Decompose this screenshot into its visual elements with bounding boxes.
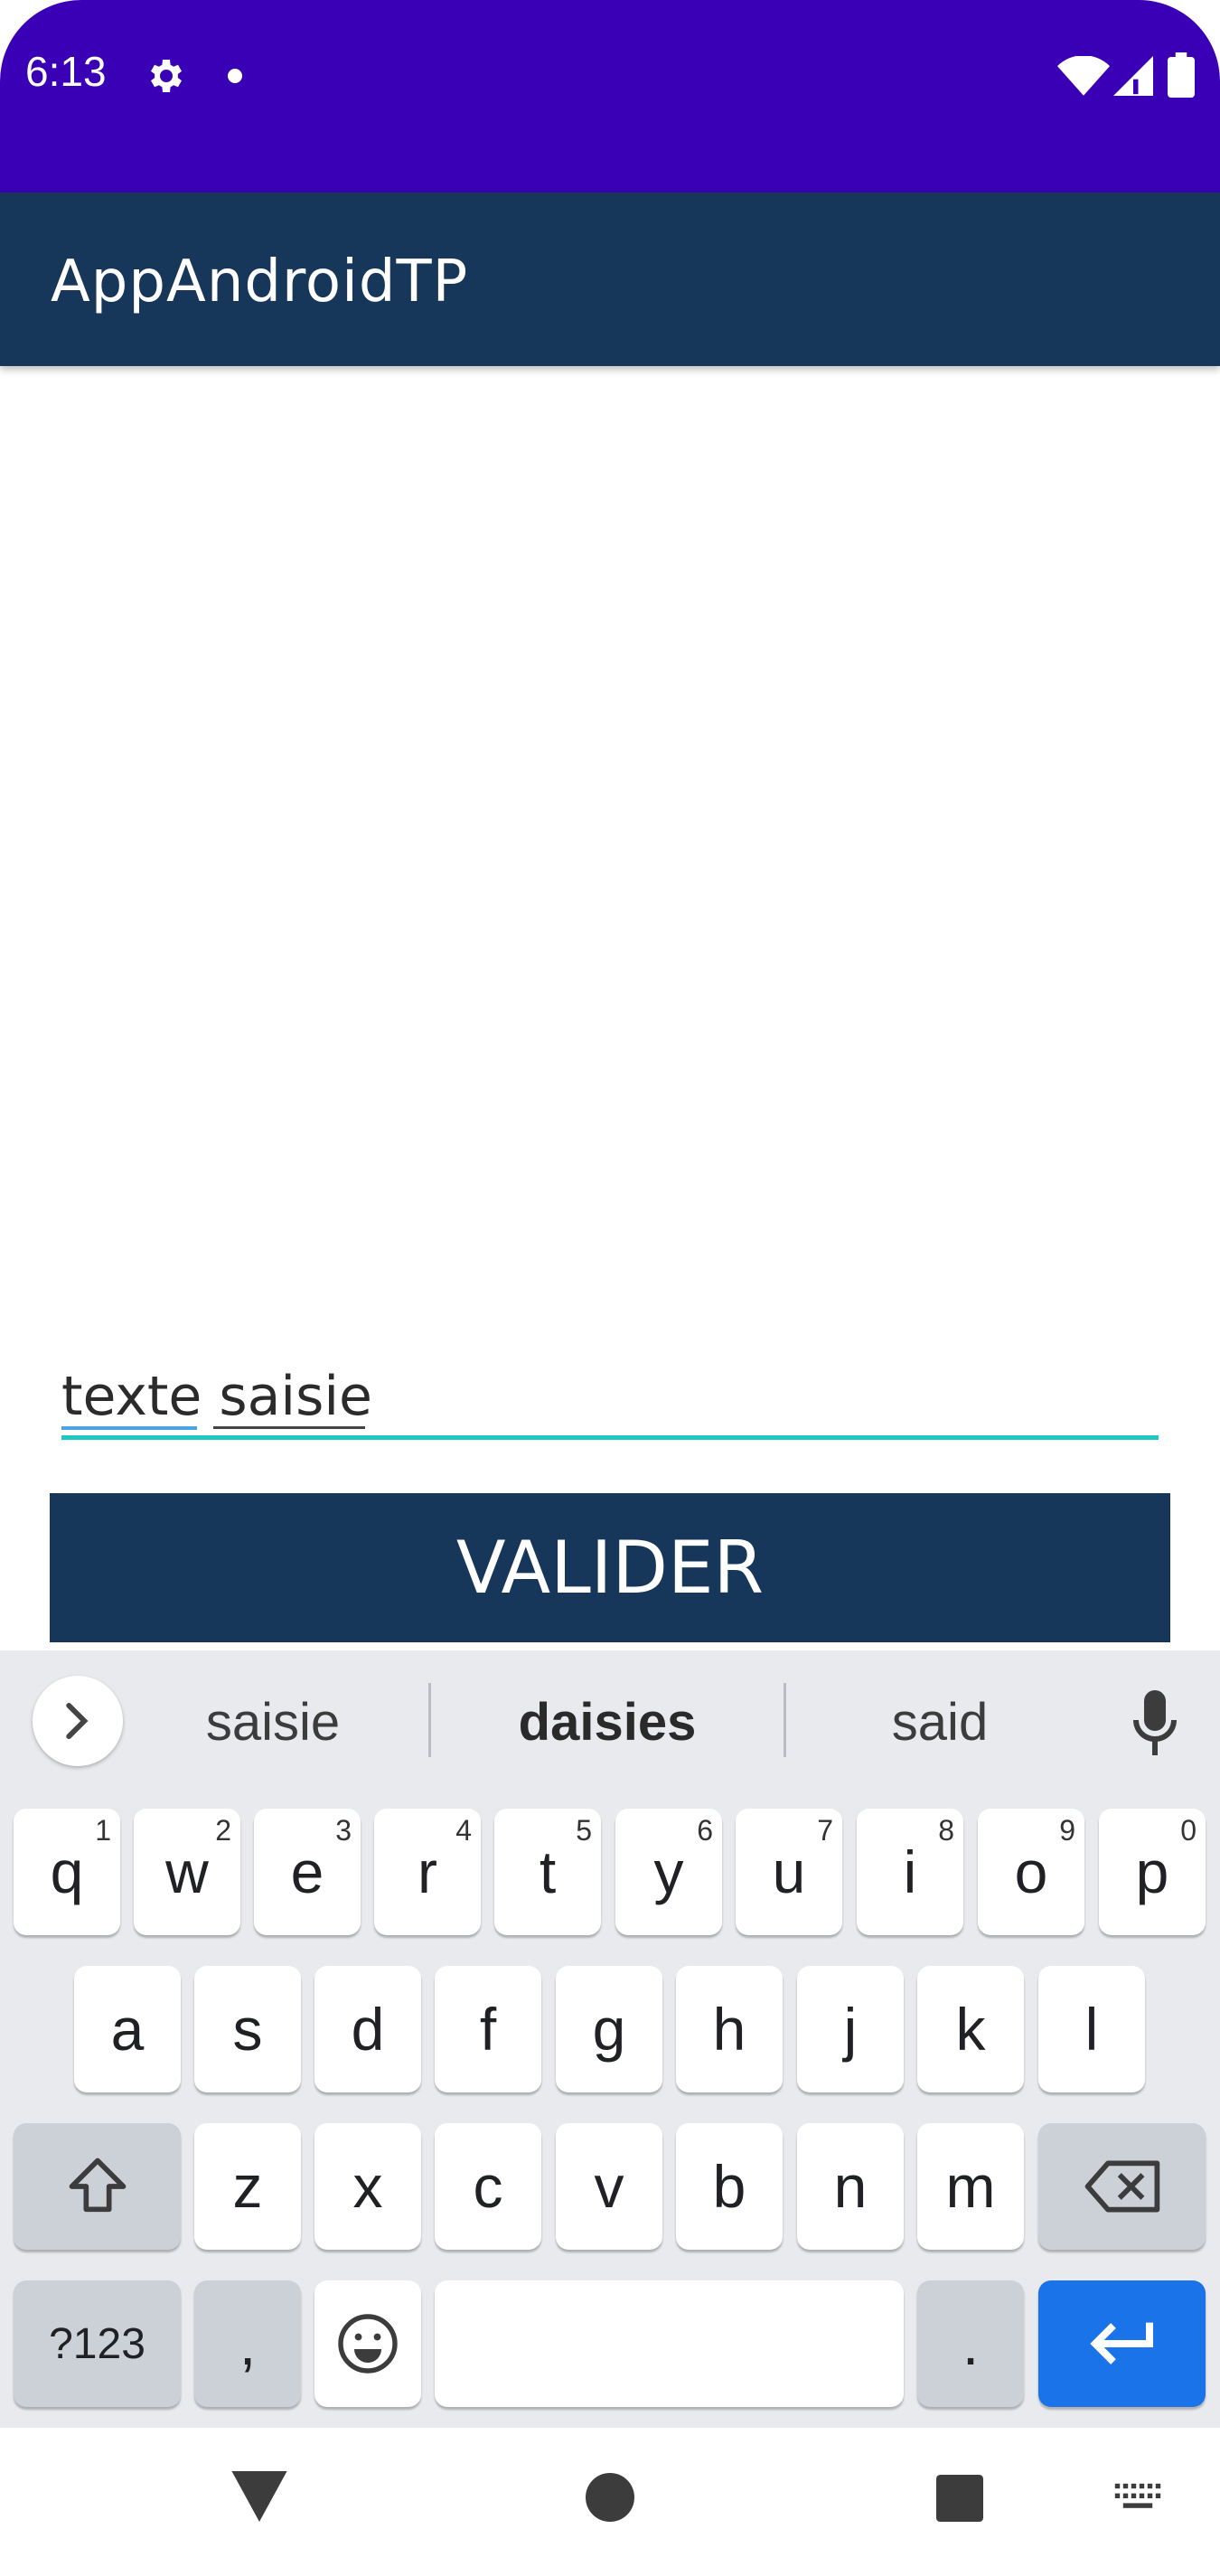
suggestion-1[interactable]: saisie: [137, 1692, 408, 1753]
wifi-icon: [1057, 56, 1110, 96]
key-b[interactable]: b: [676, 2123, 783, 2250]
key-n[interactable]: n: [797, 2123, 904, 2250]
chevron-right-icon: [66, 1702, 89, 1740]
key-c[interactable]: c: [435, 2123, 541, 2250]
key-r[interactable]: r4: [374, 1809, 481, 1935]
back-icon[interactable]: [231, 2471, 287, 2522]
backspace-icon: [1084, 2160, 1159, 2213]
key-e[interactable]: e3: [254, 1809, 361, 1935]
key-g[interactable]: g: [556, 1966, 662, 2092]
comma-key[interactable]: ,: [194, 2280, 301, 2407]
composing-underline: [61, 1426, 197, 1430]
key-z[interactable]: z: [194, 2123, 301, 2250]
shift-key[interactable]: [14, 2123, 181, 2250]
composing-underline: [213, 1426, 365, 1429]
home-icon[interactable]: [586, 2473, 634, 2522]
key-f[interactable]: f: [435, 1966, 541, 2092]
emoji-key[interactable]: [314, 2280, 421, 2407]
recents-icon[interactable]: [936, 2475, 983, 2522]
suggestion-bar: saisie daisies said: [0, 1650, 1220, 1786]
app-title: AppAndroidTP: [51, 249, 469, 315]
suggestion-2[interactable]: daisies: [472, 1692, 743, 1753]
key-h[interactable]: h: [676, 1966, 783, 2092]
text-input-field[interactable]: texte saisie: [61, 1356, 1159, 1440]
key-v[interactable]: v: [556, 2123, 662, 2250]
enter-icon: [1089, 2322, 1153, 2364]
suggestion-divider: [784, 1683, 786, 1757]
symbols-key[interactable]: ?123: [14, 2280, 181, 2407]
shift-icon: [69, 2158, 126, 2213]
navigation-bar: [0, 2428, 1220, 2576]
key-q[interactable]: q1: [14, 1809, 120, 1935]
key-w[interactable]: w2: [134, 1809, 240, 1935]
notification-dot-icon: [228, 69, 242, 83]
key-j[interactable]: j: [797, 1966, 904, 2092]
input-underline: [61, 1435, 1159, 1440]
backspace-key[interactable]: [1038, 2123, 1206, 2250]
mic-icon[interactable]: [1131, 1690, 1178, 1755]
key-p[interactable]: p0: [1099, 1809, 1206, 1935]
enter-key[interactable]: [1038, 2280, 1206, 2407]
key-t[interactable]: t5: [494, 1809, 601, 1935]
status-time: 6:13: [25, 48, 107, 95]
suggestion-3[interactable]: said: [804, 1692, 1075, 1753]
key-s[interactable]: s: [194, 1966, 301, 2092]
key-a[interactable]: a: [74, 1966, 181, 2092]
emoji-icon: [338, 2314, 398, 2374]
key-m[interactable]: m: [917, 2123, 1024, 2250]
input-value[interactable]: texte saisie: [61, 1365, 372, 1428]
key-k[interactable]: k: [917, 1966, 1024, 2092]
key-d[interactable]: d: [314, 1966, 421, 2092]
battery-icon: [1168, 52, 1195, 98]
validate-button[interactable]: VALIDER: [50, 1493, 1170, 1642]
key-o[interactable]: o9: [978, 1809, 1084, 1935]
key-u[interactable]: u7: [736, 1809, 842, 1935]
period-key[interactable]: .: [917, 2280, 1024, 2407]
keyboard-icon[interactable]: [1113, 2482, 1162, 2515]
suggestion-divider: [428, 1683, 431, 1757]
soft-keyboard: saisie daisies said q1 w2 e3 r4 t5 y6 u7…: [0, 1650, 1220, 2428]
settings-icon: [151, 60, 182, 92]
space-key[interactable]: [435, 2280, 904, 2407]
expand-toolbar-button[interactable]: [33, 1676, 123, 1766]
key-y[interactable]: y6: [615, 1809, 722, 1935]
app-bar: AppAndroidTP: [0, 193, 1220, 366]
status-bar: 6:13: [0, 0, 1220, 193]
signal-icon: [1113, 56, 1153, 96]
key-l[interactable]: l: [1038, 1966, 1145, 2092]
key-x[interactable]: x: [314, 2123, 421, 2250]
key-i[interactable]: i8: [857, 1809, 963, 1935]
